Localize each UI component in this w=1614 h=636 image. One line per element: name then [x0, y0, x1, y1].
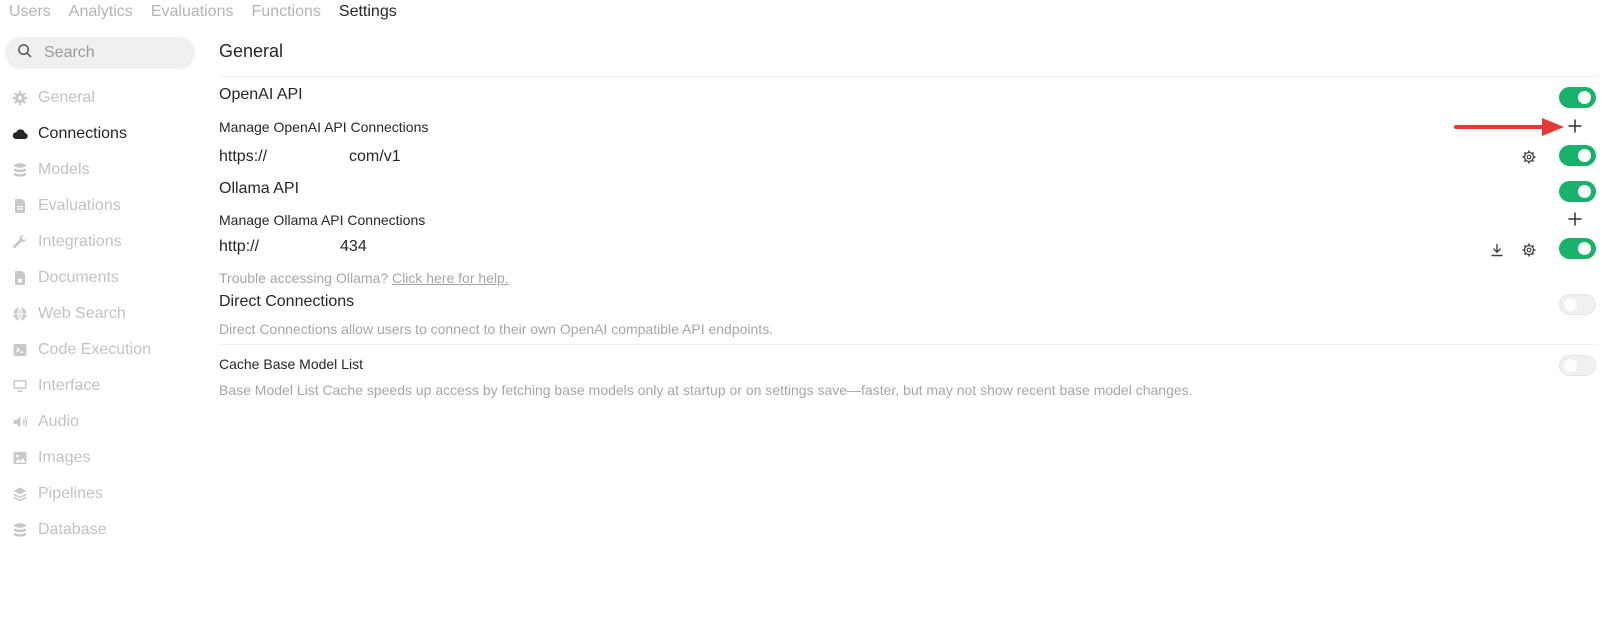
sidebar-item-label: Documents — [38, 269, 119, 286]
sidebar-item-label: General — [38, 89, 95, 106]
download-icon — [1489, 242, 1505, 263]
search-icon — [17, 43, 32, 63]
sidebar-item-general[interactable]: General — [12, 80, 202, 116]
sidebar-item-label: Connections — [38, 125, 127, 142]
sidebar-item-pipelines[interactable]: Pipelines — [12, 476, 202, 512]
direct-connections-title: Direct Connections — [219, 293, 355, 310]
sidebar-item-code-execution[interactable]: Code Execution — [12, 332, 202, 368]
sidebar-item-label: Models — [38, 161, 90, 178]
tab-evaluations[interactable]: Evaluations — [151, 0, 234, 24]
openai-connection-toggle[interactable] — [1559, 145, 1596, 166]
sidebar-item-web-search[interactable]: Web Search — [12, 296, 202, 332]
cache-model-list-title: Cache Base Model List — [219, 356, 363, 372]
direct-connections-toggle[interactable] — [1559, 294, 1596, 315]
sidebar-item-label: Database — [38, 521, 107, 538]
ollama-api-title: Ollama API — [219, 180, 300, 197]
terminal-icon — [12, 342, 28, 358]
sidebar-item-interface[interactable]: Interface — [12, 368, 202, 404]
divider — [219, 344, 1599, 345]
search-box — [5, 37, 195, 69]
ollama-manage-label: Manage Ollama API Connections — [219, 212, 426, 228]
gear-icon — [1521, 149, 1537, 170]
add-openai-connection-button[interactable] — [1566, 118, 1584, 139]
globe-icon — [12, 306, 28, 322]
ollama-help-link[interactable]: Click here for help. — [392, 270, 509, 286]
tab-functions[interactable]: Functions — [252, 0, 321, 24]
sidebar-item-label: Audio — [38, 413, 79, 430]
speaker-icon — [12, 414, 28, 430]
document-icon — [12, 198, 28, 214]
url-prefix: http:// — [219, 238, 260, 255]
add-ollama-connection-button[interactable] — [1566, 211, 1584, 232]
wrench-icon — [12, 234, 28, 250]
layers-icon — [12, 486, 28, 502]
search-input[interactable] — [42, 43, 186, 63]
sidebar-item-evaluations[interactable]: Evaluations — [12, 188, 202, 224]
sidebar-item-label: Images — [38, 449, 91, 466]
url-suffix: 434 — [340, 238, 367, 255]
openai-connection-settings-button[interactable] — [1520, 150, 1538, 168]
openai-api-title: OpenAI API — [219, 86, 303, 103]
gear-icon — [1521, 242, 1537, 263]
image-icon — [12, 450, 28, 466]
sidebar-item-audio[interactable]: Audio — [12, 404, 202, 440]
tab-settings[interactable]: Settings — [339, 0, 397, 24]
url-suffix: com/v1 — [349, 148, 401, 165]
monitor-icon — [12, 378, 28, 394]
sidebar-item-database[interactable]: Database — [12, 512, 202, 548]
ollama-connection-settings-button[interactable] — [1520, 243, 1538, 261]
sidebar-item-label: Interface — [38, 377, 101, 394]
sidebar-item-label: Pipelines — [38, 485, 103, 502]
ollama-connection-toggle[interactable] — [1559, 238, 1596, 259]
direct-connections-description: Direct Connections allow users to connec… — [219, 321, 774, 337]
divider — [219, 76, 1599, 77]
sidebar-item-models[interactable]: Models — [12, 152, 202, 188]
sidebar-item-label: Web Search — [38, 305, 126, 322]
top-nav: Users Analytics Evaluations Functions Se… — [9, 0, 397, 24]
sidebar-item-integrations[interactable]: Integrations — [12, 224, 202, 260]
ollama-download-button[interactable] — [1488, 243, 1506, 261]
page-title: General — [219, 41, 284, 61]
gear-icon — [12, 90, 28, 106]
tab-analytics[interactable]: Analytics — [69, 0, 133, 24]
sidebar-item-label: Integrations — [38, 233, 122, 250]
sidebar: General Connections Models Evaluations I… — [12, 80, 202, 548]
cloud-icon — [12, 126, 28, 142]
ollama-help: Trouble accessing Ollama? Click here for… — [219, 270, 509, 286]
cache-model-list-description: Base Model List Cache speeds up access b… — [219, 382, 1193, 398]
plus-icon — [1567, 118, 1583, 139]
stack-icon — [12, 162, 28, 178]
sidebar-item-label: Code Execution — [38, 341, 151, 358]
openai-api-toggle[interactable] — [1559, 87, 1596, 108]
openai-connection-url[interactable]: https:// com/v1 — [219, 148, 401, 166]
ollama-connection-url[interactable]: http:// 434 — [219, 238, 367, 256]
ollama-help-text: Trouble accessing Ollama? — [219, 270, 389, 286]
sidebar-item-documents[interactable]: Documents — [12, 260, 202, 296]
plus-icon — [1567, 211, 1583, 232]
sidebar-item-label: Evaluations — [38, 197, 121, 214]
sidebar-item-images[interactable]: Images — [12, 440, 202, 476]
openai-manage-label: Manage OpenAI API Connections — [219, 119, 429, 135]
database-icon — [12, 522, 28, 538]
ollama-api-toggle[interactable] — [1559, 181, 1596, 202]
document-lock-icon — [12, 270, 28, 286]
annotation-arrow — [1454, 118, 1564, 136]
tab-users[interactable]: Users — [9, 0, 51, 24]
url-prefix: https:// — [219, 148, 268, 165]
cache-model-list-toggle[interactable] — [1559, 355, 1596, 376]
sidebar-item-connections[interactable]: Connections — [12, 116, 202, 152]
